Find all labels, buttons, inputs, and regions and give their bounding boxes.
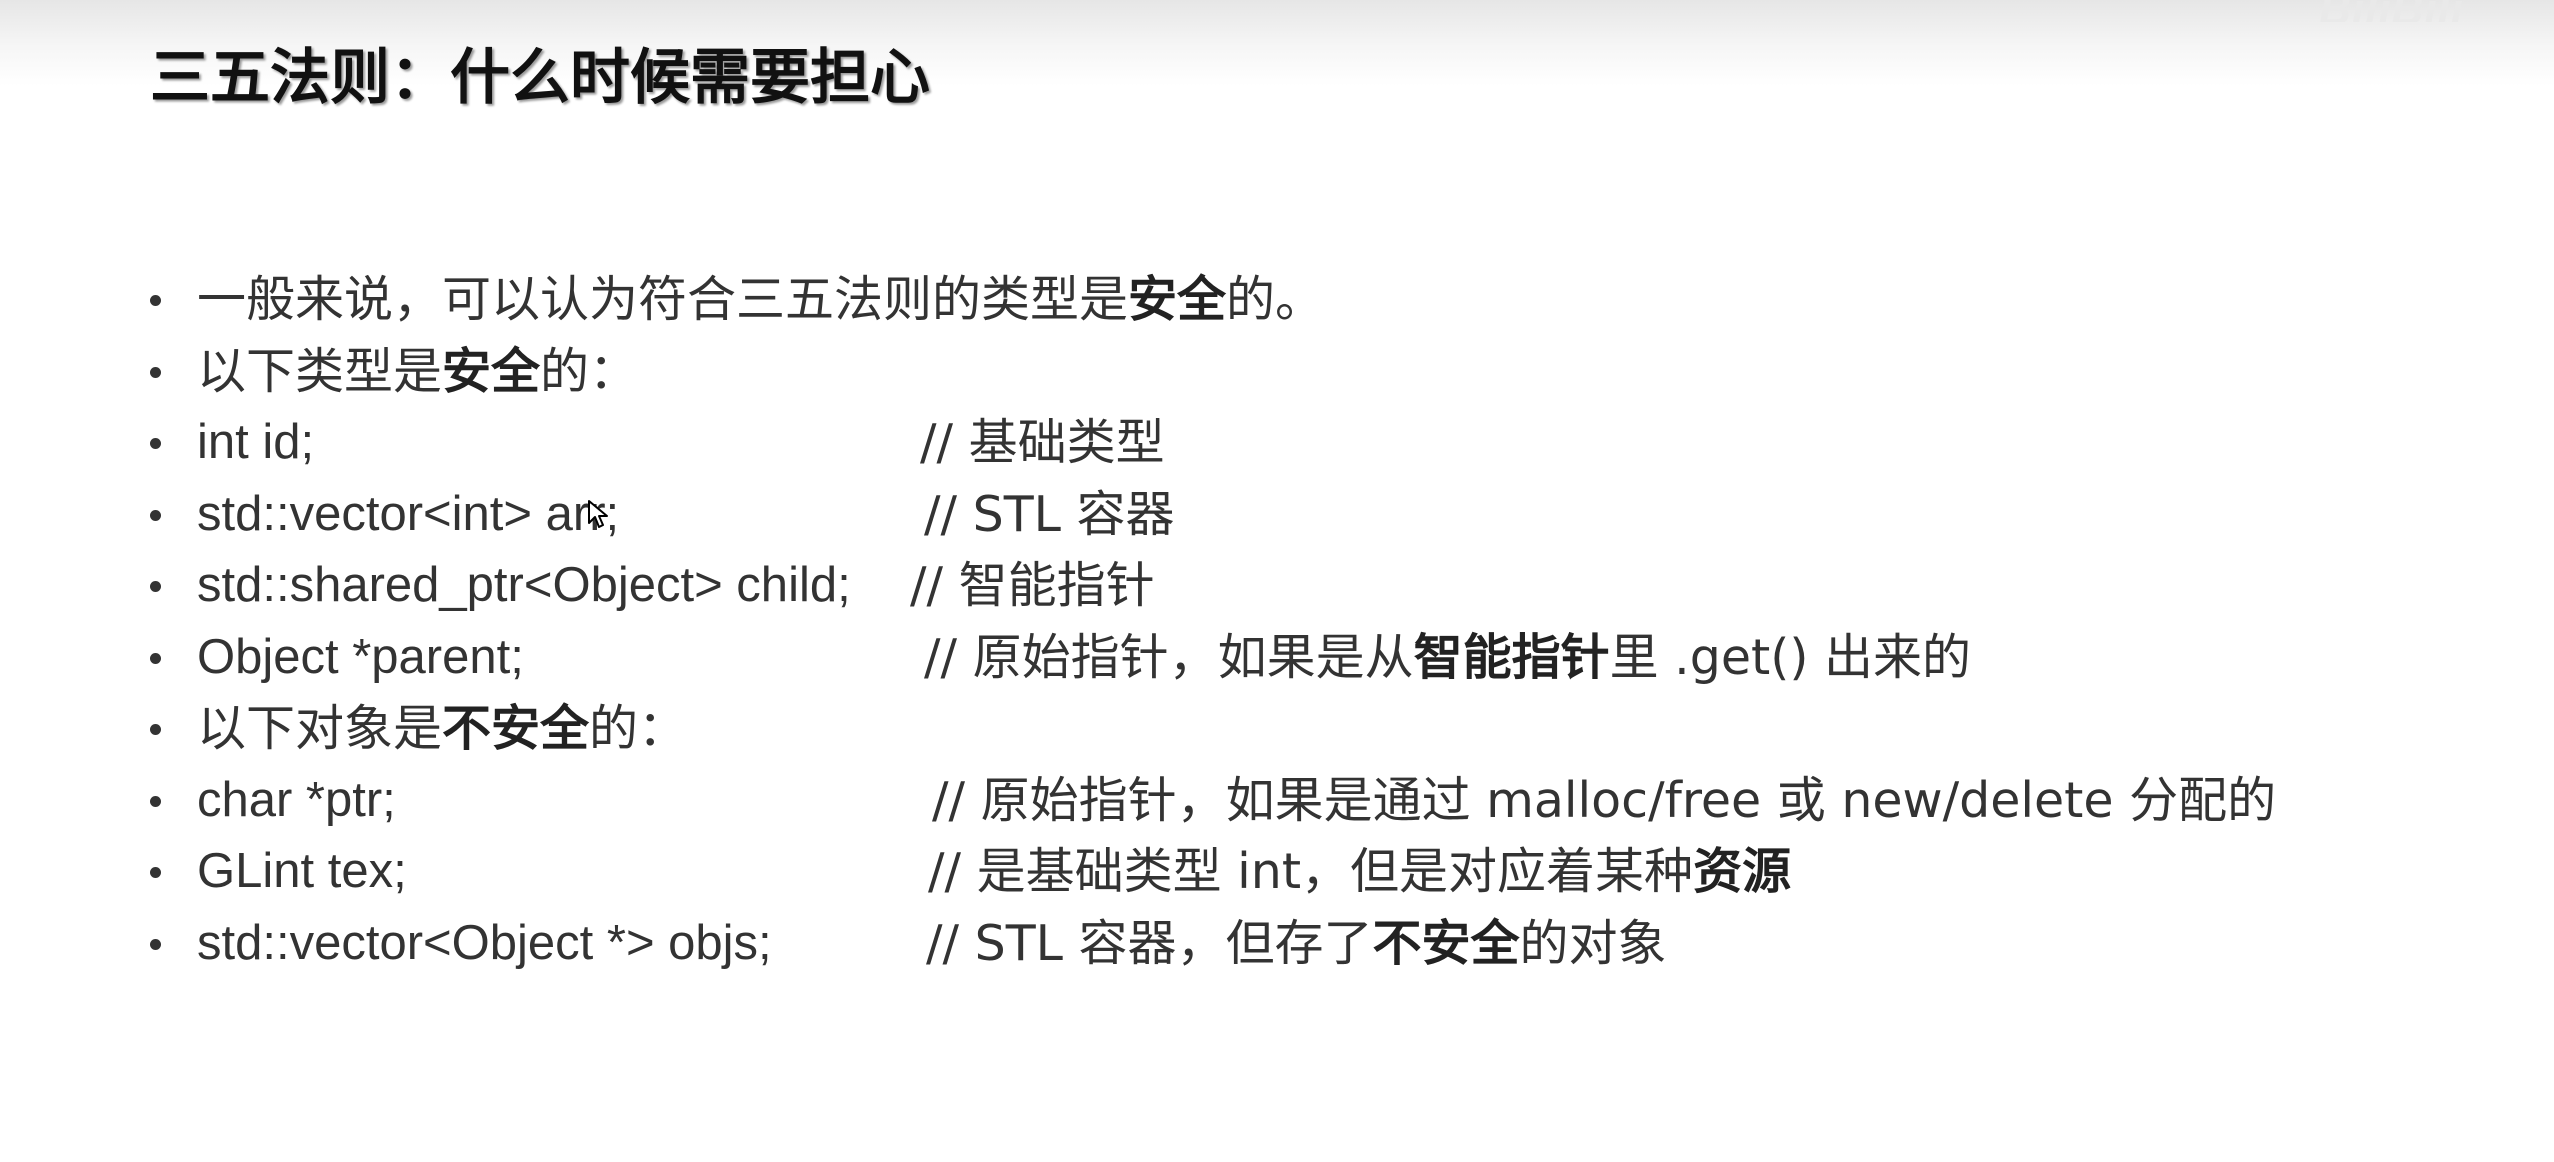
code-comment: // 原始指针，如果是通过 malloc/free 或 new/delete 分… — [932, 771, 2277, 829]
emphasis-safe: 安全 — [1128, 271, 1227, 328]
emphasis-unsafe: 不安全 — [442, 700, 590, 757]
code-comment: // STL 容器 — [924, 485, 1175, 543]
bullet-dot-icon — [150, 938, 161, 950]
bullet-dot-icon — [150, 366, 161, 378]
bullet-dot-icon — [150, 867, 161, 878]
code-snippet: Object *parent; — [197, 629, 524, 684]
code-snippet: GLint tex; — [197, 844, 407, 898]
bullet-dot-icon — [150, 724, 161, 735]
emphasis-unsafe: 不安全 — [1372, 914, 1520, 972]
bullet-dot-icon — [150, 795, 161, 807]
emphasis-safe: 安全 — [442, 342, 541, 400]
bullet-text: 以下对象是不安全的： — [197, 700, 688, 757]
code-comment: // STL 容器，但存了不安全的对象 — [926, 914, 1667, 972]
bullet-text: 一般来说，可以认为符合三五法则的类型是安全的。 — [197, 271, 1325, 328]
bullet-text: 以下类型是安全的： — [197, 342, 639, 400]
code-comment: // 智能指针 — [910, 557, 1155, 614]
bullet-dot-icon — [150, 581, 161, 592]
bullet-dot-icon — [150, 438, 161, 449]
mouse-cursor-icon — [588, 499, 608, 528]
bilibili-watermark-logo: BiliBili — [2319, 0, 2464, 22]
emphasis-smart-pointer: 智能指针 — [1413, 628, 1610, 686]
code-snippet: int id; — [197, 415, 315, 469]
bullet-dot-icon — [150, 295, 161, 306]
code-snippet: std::shared_ptr<Object> child; — [197, 558, 851, 612]
code-comment: // 是基础类型 int，但是对应着某种资源 — [928, 843, 1792, 900]
code-snippet: std::vector<int> arr; — [197, 486, 620, 541]
code-comment: // 基础类型 — [920, 414, 1165, 471]
code-comment: // 原始指针，如果是从智能指针里 .get() 出来的 — [924, 628, 1972, 686]
bullet-dot-icon — [150, 652, 161, 664]
code-snippet: char *ptr; — [197, 772, 396, 827]
bullet-dot-icon — [150, 509, 161, 521]
emphasis-resource: 资源 — [1693, 843, 1792, 900]
code-snippet: std::vector<Object *> objs; — [197, 915, 772, 970]
slide-title: 三五法则：什么时候需要担心 — [150, 43, 930, 113]
